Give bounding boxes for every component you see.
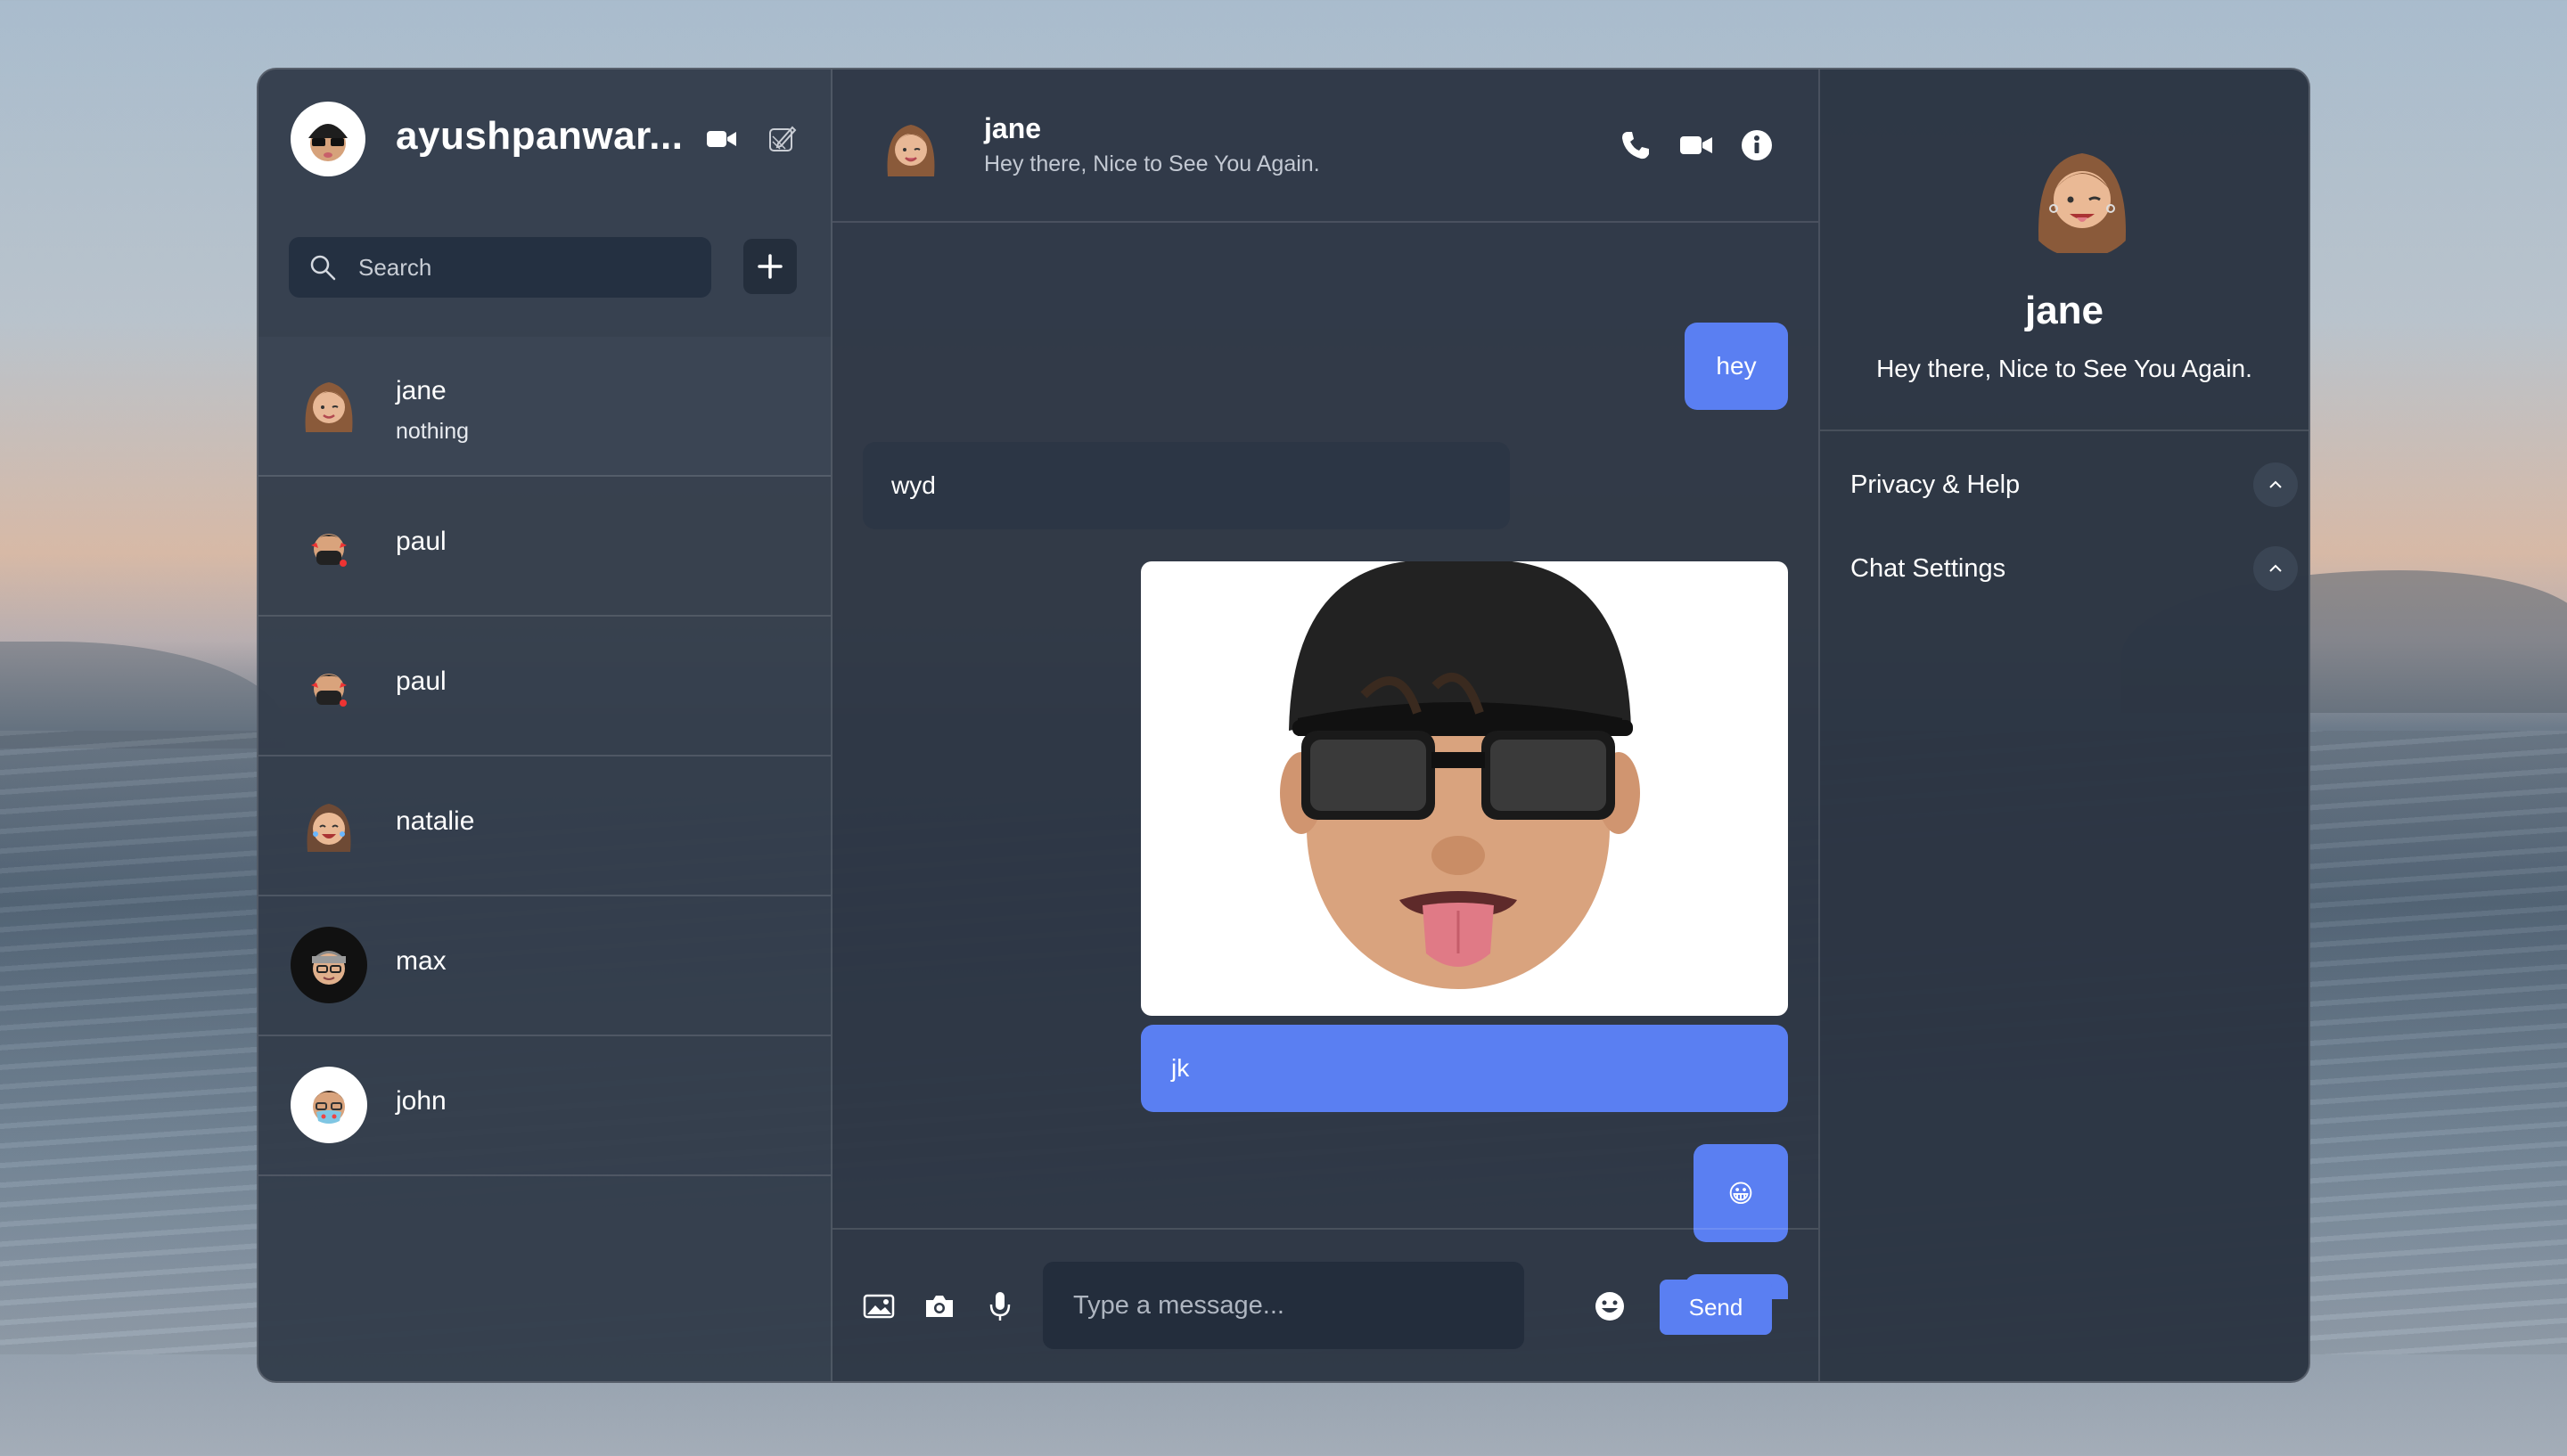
image-upload-icon[interactable] (859, 1287, 898, 1326)
contact-item-natalie[interactable]: natalie (258, 757, 831, 896)
contact-name: paul (396, 527, 447, 556)
memoji-tongue-image (1280, 561, 1640, 989)
compose-icon[interactable] (765, 121, 800, 157)
contact-avatar (291, 647, 367, 724)
add-contact-button[interactable] (743, 239, 797, 294)
video-call-icon[interactable] (704, 121, 740, 157)
video-call-icon[interactable] (1676, 125, 1717, 166)
contact-details-panel: jane Hey there, Nice to See You Again. P… (1820, 70, 2309, 1381)
camera-icon[interactable] (920, 1287, 959, 1326)
contact-item-jane[interactable]: jane nothing (258, 337, 831, 477)
conversation-panel: jane Hey there, Nice to See You Again. h… (832, 70, 1820, 1381)
contacts-sidebar: ayushpanwar... jane nothing (258, 70, 832, 1381)
section-label: Chat Settings (1850, 553, 2006, 583)
phone-icon[interactable] (1615, 125, 1656, 166)
conversation-header: jane Hey there, Nice to See You Again. (832, 70, 1818, 223)
contact-name: jane (396, 376, 447, 405)
message-bubble-received: wyd (863, 442, 1510, 529)
section-label: Privacy & Help (1850, 470, 2021, 499)
contact-avatar (291, 1067, 367, 1143)
message-bubble-sent: hey (1685, 323, 1788, 410)
send-button[interactable]: Send (1660, 1280, 1772, 1335)
conversation-avatar[interactable] (873, 110, 948, 185)
search-icon (305, 249, 340, 285)
contact-avatar (291, 367, 367, 444)
chat-settings-section[interactable]: Chat Settings (1850, 542, 2298, 595)
contact-item-paul[interactable]: paul (258, 477, 831, 617)
conversation-status: Hey there, Nice to See You Again. (984, 151, 1320, 176)
profile-status: Hey there, Nice to See You Again. (1876, 355, 2252, 382)
search-input[interactable] (357, 252, 699, 282)
message-composer: Send (832, 1228, 1818, 1381)
chat-app-window: ayushpanwar... jane nothing (257, 68, 2310, 1383)
contact-item-max[interactable]: max (258, 896, 831, 1036)
contact-name: max (396, 946, 447, 976)
search-box (289, 237, 711, 298)
conversation-title: jane (984, 112, 1042, 144)
contact-list: jane nothing paul paul natalie max john (258, 337, 831, 1176)
info-icon[interactable] (1736, 125, 1777, 166)
plus-icon (758, 254, 783, 279)
message-image[interactable] (1141, 561, 1788, 1016)
contact-item-paul[interactable]: paul (258, 617, 831, 757)
chevron-up-icon[interactable] (2253, 546, 2298, 591)
contact-avatar (291, 927, 367, 1003)
contact-profile: jane Hey there, Nice to See You Again. (1820, 70, 2309, 431)
emoji-picker-icon[interactable] (1590, 1287, 1629, 1326)
memoji-glasses-icon (308, 124, 348, 161)
contact-name: john (396, 1086, 447, 1116)
message-bubble-sent: jk (1141, 1025, 1788, 1112)
contact-avatar (291, 787, 367, 863)
contact-avatar (291, 507, 367, 584)
chevron-up-icon[interactable] (2253, 462, 2298, 507)
message-list: hey wyd jk 😀 (832, 223, 1818, 1299)
contact-last-message: nothing (396, 419, 470, 444)
contact-item-john[interactable]: john (258, 1036, 831, 1176)
microphone-icon[interactable] (980, 1287, 1020, 1326)
contact-name: paul (396, 667, 447, 696)
message-input[interactable] (1043, 1262, 1524, 1349)
contact-name: natalie (396, 806, 475, 836)
profile-name: jane (2024, 289, 2104, 332)
current-user-name: ayushpanwar... (396, 114, 684, 158)
current-user-avatar[interactable] (291, 102, 365, 176)
privacy-help-section[interactable]: Privacy & Help (1850, 458, 2298, 511)
profile-avatar (2020, 134, 2145, 258)
